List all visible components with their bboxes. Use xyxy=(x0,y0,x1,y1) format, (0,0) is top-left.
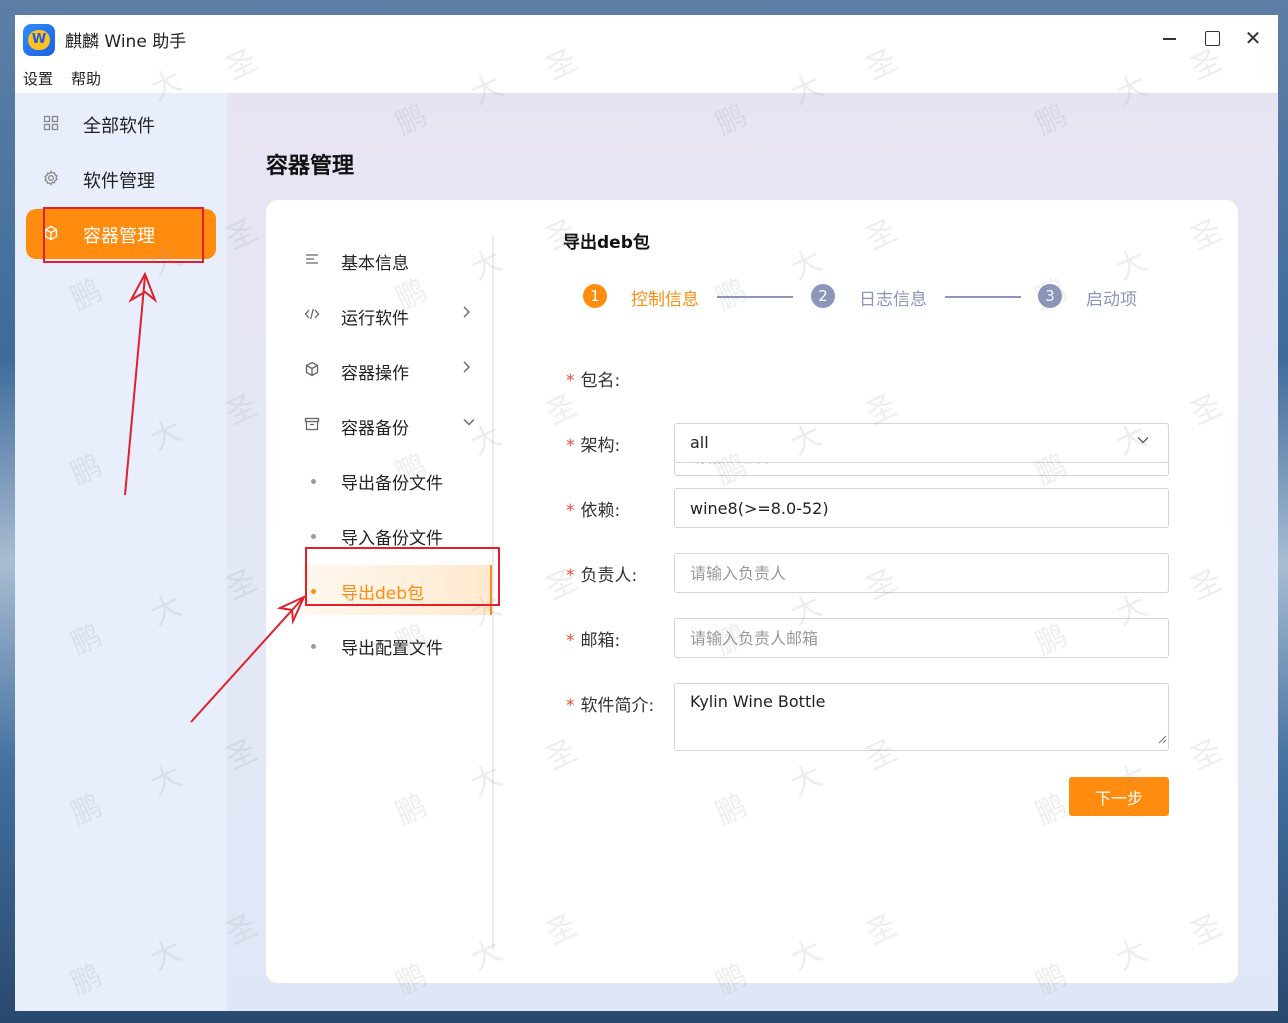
required-mark: * xyxy=(566,566,575,586)
window-title: 麒麟 Wine 助手 xyxy=(65,32,187,52)
gear-icon xyxy=(42,170,60,188)
subnav-item-import-backup[interactable]: 导入备份文件 xyxy=(304,510,492,560)
required-mark: * xyxy=(566,371,575,391)
menu-settings[interactable]: 设置 xyxy=(23,68,53,89)
step-number: 2 xyxy=(811,284,835,308)
required-mark: * xyxy=(566,696,575,716)
sidebar-item-label: 软件管理 xyxy=(83,171,155,192)
depends-input[interactable] xyxy=(674,488,1169,528)
required-mark: * xyxy=(566,501,575,521)
label-text: 软件简介: xyxy=(580,696,655,716)
arch-select[interactable]: all xyxy=(674,423,1169,463)
label-text: 负责人: xyxy=(580,566,638,586)
subnav-divider xyxy=(492,235,494,950)
arch-label: * 架构: xyxy=(566,431,620,456)
subnav-item-label: 导出备份文件 xyxy=(341,474,443,494)
subnav-item-export-backup[interactable]: 导出备份文件 xyxy=(304,455,492,505)
sidebar-item-label: 容器管理 xyxy=(83,226,155,247)
title-bar: W 麒麟 Wine 助手 ✕ xyxy=(15,15,1278,63)
cube-icon xyxy=(304,361,320,379)
menu-bar: 设置 帮助 xyxy=(15,63,1278,93)
sidebar-item-label: 全部软件 xyxy=(83,116,155,137)
bullet-dot xyxy=(311,534,316,539)
archive-icon xyxy=(304,416,320,434)
grid-icon xyxy=(42,115,60,133)
required-mark: * xyxy=(566,436,575,456)
subnav-item-container-ops[interactable]: 容器操作 xyxy=(304,345,492,395)
main-card: 基本信息 运行软件 容器操作 容器备份 导出备份文件 导入备份文件 导出deb包… xyxy=(266,200,1238,983)
maintainer-input[interactable] xyxy=(674,553,1169,593)
subnav-item-label: 运行软件 xyxy=(341,309,409,329)
subnav-item-export-deb[interactable]: 导出deb包 xyxy=(304,565,492,615)
resize-grip-icon[interactable] xyxy=(1158,735,1167,744)
package-name-label: * 包名: xyxy=(566,366,620,391)
sidebar-item-container-management[interactable]: 容器管理 xyxy=(26,209,216,259)
sidebar-item-all-software[interactable]: 全部软件 xyxy=(26,99,216,149)
required-mark: * xyxy=(566,631,575,651)
subnav-item-label: 导入备份文件 xyxy=(341,529,443,549)
subnav-item-label: 导出deb包 xyxy=(341,584,425,604)
subnav-item-label: 基本信息 xyxy=(341,254,409,274)
subnav-item-label: 导出配置文件 xyxy=(341,639,443,659)
label-text: 依赖: xyxy=(580,501,621,521)
step-label: 日志信息 xyxy=(859,290,927,310)
arch-select-value: all xyxy=(690,433,709,452)
maintainer-label: * 负责人: xyxy=(566,561,637,586)
bullet-dot xyxy=(311,479,316,484)
content-area: 全部软件 软件管理 容器管理 容器管理 基本信息 运行软件 容器操作 容器备份 … xyxy=(15,93,1278,1011)
sidebar: 全部软件 软件管理 容器管理 xyxy=(15,93,227,1011)
cube-icon xyxy=(42,225,60,243)
label-text: 邮箱: xyxy=(580,631,621,651)
close-icon[interactable]: ✕ xyxy=(1241,27,1265,51)
step-connector xyxy=(717,296,793,298)
subnav-item-container-backup[interactable]: 容器备份 xyxy=(304,400,492,450)
subnav-item-export-config[interactable]: 导出配置文件 xyxy=(304,620,492,670)
sidebar-item-software-management[interactable]: 软件管理 xyxy=(26,154,216,204)
step-number: 3 xyxy=(1038,284,1062,308)
label-text: 架构: xyxy=(580,436,621,456)
subnav-item-run-software[interactable]: 运行软件 xyxy=(304,290,492,340)
next-step-button[interactable]: 下一步 xyxy=(1069,777,1169,816)
bullet-dot xyxy=(311,644,316,649)
app-logo-icon: W xyxy=(23,24,55,56)
code-icon xyxy=(304,306,320,324)
subnav-item-label: 容器操作 xyxy=(341,364,409,384)
page-title: 容器管理 xyxy=(266,154,355,179)
subnav-item-basic-info[interactable]: 基本信息 xyxy=(304,235,492,285)
sub-navigation: 基本信息 运行软件 容器操作 容器备份 导出备份文件 导入备份文件 导出deb包… xyxy=(266,200,496,983)
description-label: * 软件简介: xyxy=(566,691,654,716)
menu-help[interactable]: 帮助 xyxy=(71,68,101,89)
chevron-down-icon xyxy=(462,414,476,433)
chevron-right-icon xyxy=(462,359,472,378)
section-title: 导出deb包 xyxy=(563,233,650,253)
maximize-icon[interactable] xyxy=(1200,27,1224,51)
step-label: 控制信息 xyxy=(631,290,699,310)
email-input[interactable] xyxy=(674,618,1169,658)
email-label: * 邮箱: xyxy=(566,626,620,651)
depends-label: * 依赖: xyxy=(566,496,620,521)
list-icon xyxy=(304,251,320,269)
description-textarea[interactable] xyxy=(674,683,1169,751)
minimize-icon[interactable] xyxy=(1157,27,1181,51)
chevron-right-icon xyxy=(462,304,472,323)
step-label: 启动项 xyxy=(1086,290,1137,310)
bullet-dot xyxy=(311,589,316,594)
subnav-item-label: 容器备份 xyxy=(341,419,409,439)
app-logo-letter: W xyxy=(28,30,50,50)
app-window: W 麒麟 Wine 助手 ✕ 设置 帮助 全部软件 软件管理 容器管理 容器管理… xyxy=(15,15,1278,1011)
step-number: 1 xyxy=(583,284,607,308)
step-connector xyxy=(945,296,1021,298)
label-text: 包名: xyxy=(580,371,621,391)
chevron-down-icon xyxy=(1136,433,1150,451)
